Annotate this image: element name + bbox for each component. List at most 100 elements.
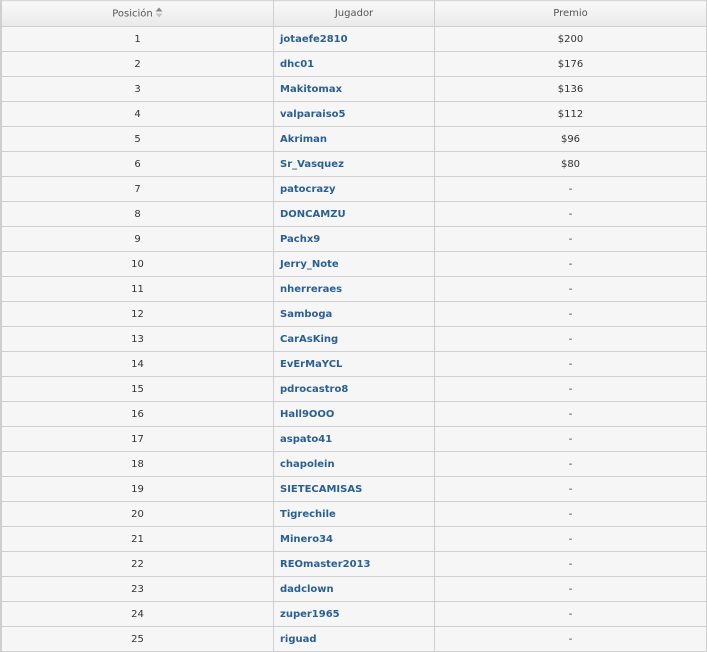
sort-arrows-icon[interactable]	[155, 7, 163, 18]
table-row: 15 pdrocastro8 -	[1, 376, 707, 402]
prize-cell: -	[434, 251, 707, 277]
position-cell: 7	[1, 176, 274, 202]
player-cell: jotaefe2810	[273, 26, 435, 52]
player-link[interactable]: Makitomax	[280, 84, 342, 95]
player-link[interactable]: nherreraes	[280, 284, 342, 295]
player-link[interactable]: zuper1965	[280, 609, 340, 620]
table-row: 14 EvErMaYCL -	[1, 351, 707, 377]
table-row: 7 patocrazy -	[1, 176, 707, 202]
ranking-table-container: Posición Jugador Premio 1 jotaefe2810 $200…	[0, 0, 707, 652]
position-cell: 20	[1, 501, 274, 527]
position-cell: 21	[1, 526, 274, 552]
player-link[interactable]: jotaefe2810	[280, 34, 348, 45]
player-cell: dadclown	[273, 576, 435, 602]
player-link[interactable]: Sr_Vasquez	[280, 159, 344, 170]
column-header-player[interactable]: Jugador	[273, 0, 435, 27]
position-cell: 12	[1, 301, 274, 327]
prize-cell: $200	[434, 26, 707, 52]
prize-cell: -	[434, 401, 707, 427]
position-cell: 16	[1, 401, 274, 427]
prize-cell: -	[434, 501, 707, 527]
prize-cell: -	[434, 576, 707, 602]
prize-cell: $96	[434, 126, 707, 152]
prize-cell: -	[434, 201, 707, 227]
prize-cell: -	[434, 551, 707, 577]
position-cell: 4	[1, 101, 274, 127]
position-cell: 10	[1, 251, 274, 277]
prize-cell: -	[434, 451, 707, 477]
player-link[interactable]: valparaiso5	[280, 109, 346, 120]
column-header-position[interactable]: Posición	[1, 0, 274, 27]
player-link[interactable]: dhc01	[280, 59, 314, 70]
table-row: 21 Minero34 -	[1, 526, 707, 552]
player-cell: DONCAMZU	[273, 201, 435, 227]
player-cell: nherreraes	[273, 276, 435, 302]
prize-cell: $80	[434, 151, 707, 177]
table-row: 6 Sr_Vasquez $80	[1, 151, 707, 177]
player-cell: Tigrechile	[273, 501, 435, 527]
position-cell: 23	[1, 576, 274, 602]
prize-cell: $176	[434, 51, 707, 77]
player-cell: chapolein	[273, 451, 435, 477]
player-link[interactable]: aspato41	[280, 434, 332, 445]
position-cell: 3	[1, 76, 274, 102]
player-link[interactable]: pdrocastro8	[280, 384, 348, 395]
table-row: 22 REOmaster2013 -	[1, 551, 707, 577]
prize-cell: $136	[434, 76, 707, 102]
table-row: 4 valparaiso5 $112	[1, 101, 707, 127]
player-cell: SIETECAMISAS	[273, 476, 435, 502]
player-link[interactable]: Hall9OOO	[280, 409, 334, 420]
position-cell: 13	[1, 326, 274, 352]
position-cell: 19	[1, 476, 274, 502]
prize-cell: -	[434, 226, 707, 252]
prize-cell: -	[434, 601, 707, 627]
player-cell: Pachx9	[273, 226, 435, 252]
player-link[interactable]: Akriman	[280, 134, 327, 145]
player-cell: Makitomax	[273, 76, 435, 102]
table-row: 19 SIETECAMISAS -	[1, 476, 707, 502]
player-link[interactable]: Pachx9	[280, 234, 320, 245]
position-cell: 2	[1, 51, 274, 77]
column-header-prize[interactable]: Premio	[434, 0, 707, 27]
table-row: 11 nherreraes -	[1, 276, 707, 302]
player-cell: dhc01	[273, 51, 435, 77]
player-cell: zuper1965	[273, 601, 435, 627]
player-cell: Akriman	[273, 126, 435, 152]
player-link[interactable]: Samboga	[280, 309, 332, 320]
player-link[interactable]: Minero34	[280, 534, 333, 545]
player-cell: riguad	[273, 626, 435, 652]
player-cell: Jerry_Note	[273, 251, 435, 277]
player-link[interactable]: SIETECAMISAS	[280, 484, 362, 495]
position-cell: 9	[1, 226, 274, 252]
prize-cell: -	[434, 351, 707, 377]
player-link[interactable]: chapolein	[280, 459, 335, 470]
player-link[interactable]: riguad	[280, 634, 317, 645]
table-row: 9 Pachx9 -	[1, 226, 707, 252]
table-row: 1 jotaefe2810 $200	[1, 26, 707, 52]
prize-cell: -	[434, 376, 707, 402]
player-link[interactable]: REOmaster2013	[280, 559, 370, 570]
table-row: 5 Akriman $96	[1, 126, 707, 152]
table-row: 16 Hall9OOO -	[1, 401, 707, 427]
table-row: 13 CarAsKing -	[1, 326, 707, 352]
table-row: 18 chapolein -	[1, 451, 707, 477]
position-cell: 17	[1, 426, 274, 452]
player-link[interactable]: CarAsKing	[280, 334, 338, 345]
prize-cell: -	[434, 626, 707, 652]
prize-cell: -	[434, 276, 707, 302]
position-cell: 6	[1, 151, 274, 177]
player-cell: aspato41	[273, 426, 435, 452]
table-row: 24 zuper1965 -	[1, 601, 707, 627]
player-cell: Minero34	[273, 526, 435, 552]
position-cell: 11	[1, 276, 274, 302]
player-link[interactable]: EvErMaYCL	[280, 359, 342, 370]
player-link[interactable]: Jerry_Note	[280, 259, 339, 270]
player-link[interactable]: dadclown	[280, 584, 334, 595]
player-link[interactable]: Tigrechile	[280, 509, 336, 520]
player-link[interactable]: DONCAMZU	[280, 209, 346, 220]
table-row: 8 DONCAMZU -	[1, 201, 707, 227]
column-header-player-label: Jugador	[334, 8, 374, 19]
prize-cell: $112	[434, 101, 707, 127]
table-row: 3 Makitomax $136	[1, 76, 707, 102]
player-link[interactable]: patocrazy	[280, 184, 336, 195]
